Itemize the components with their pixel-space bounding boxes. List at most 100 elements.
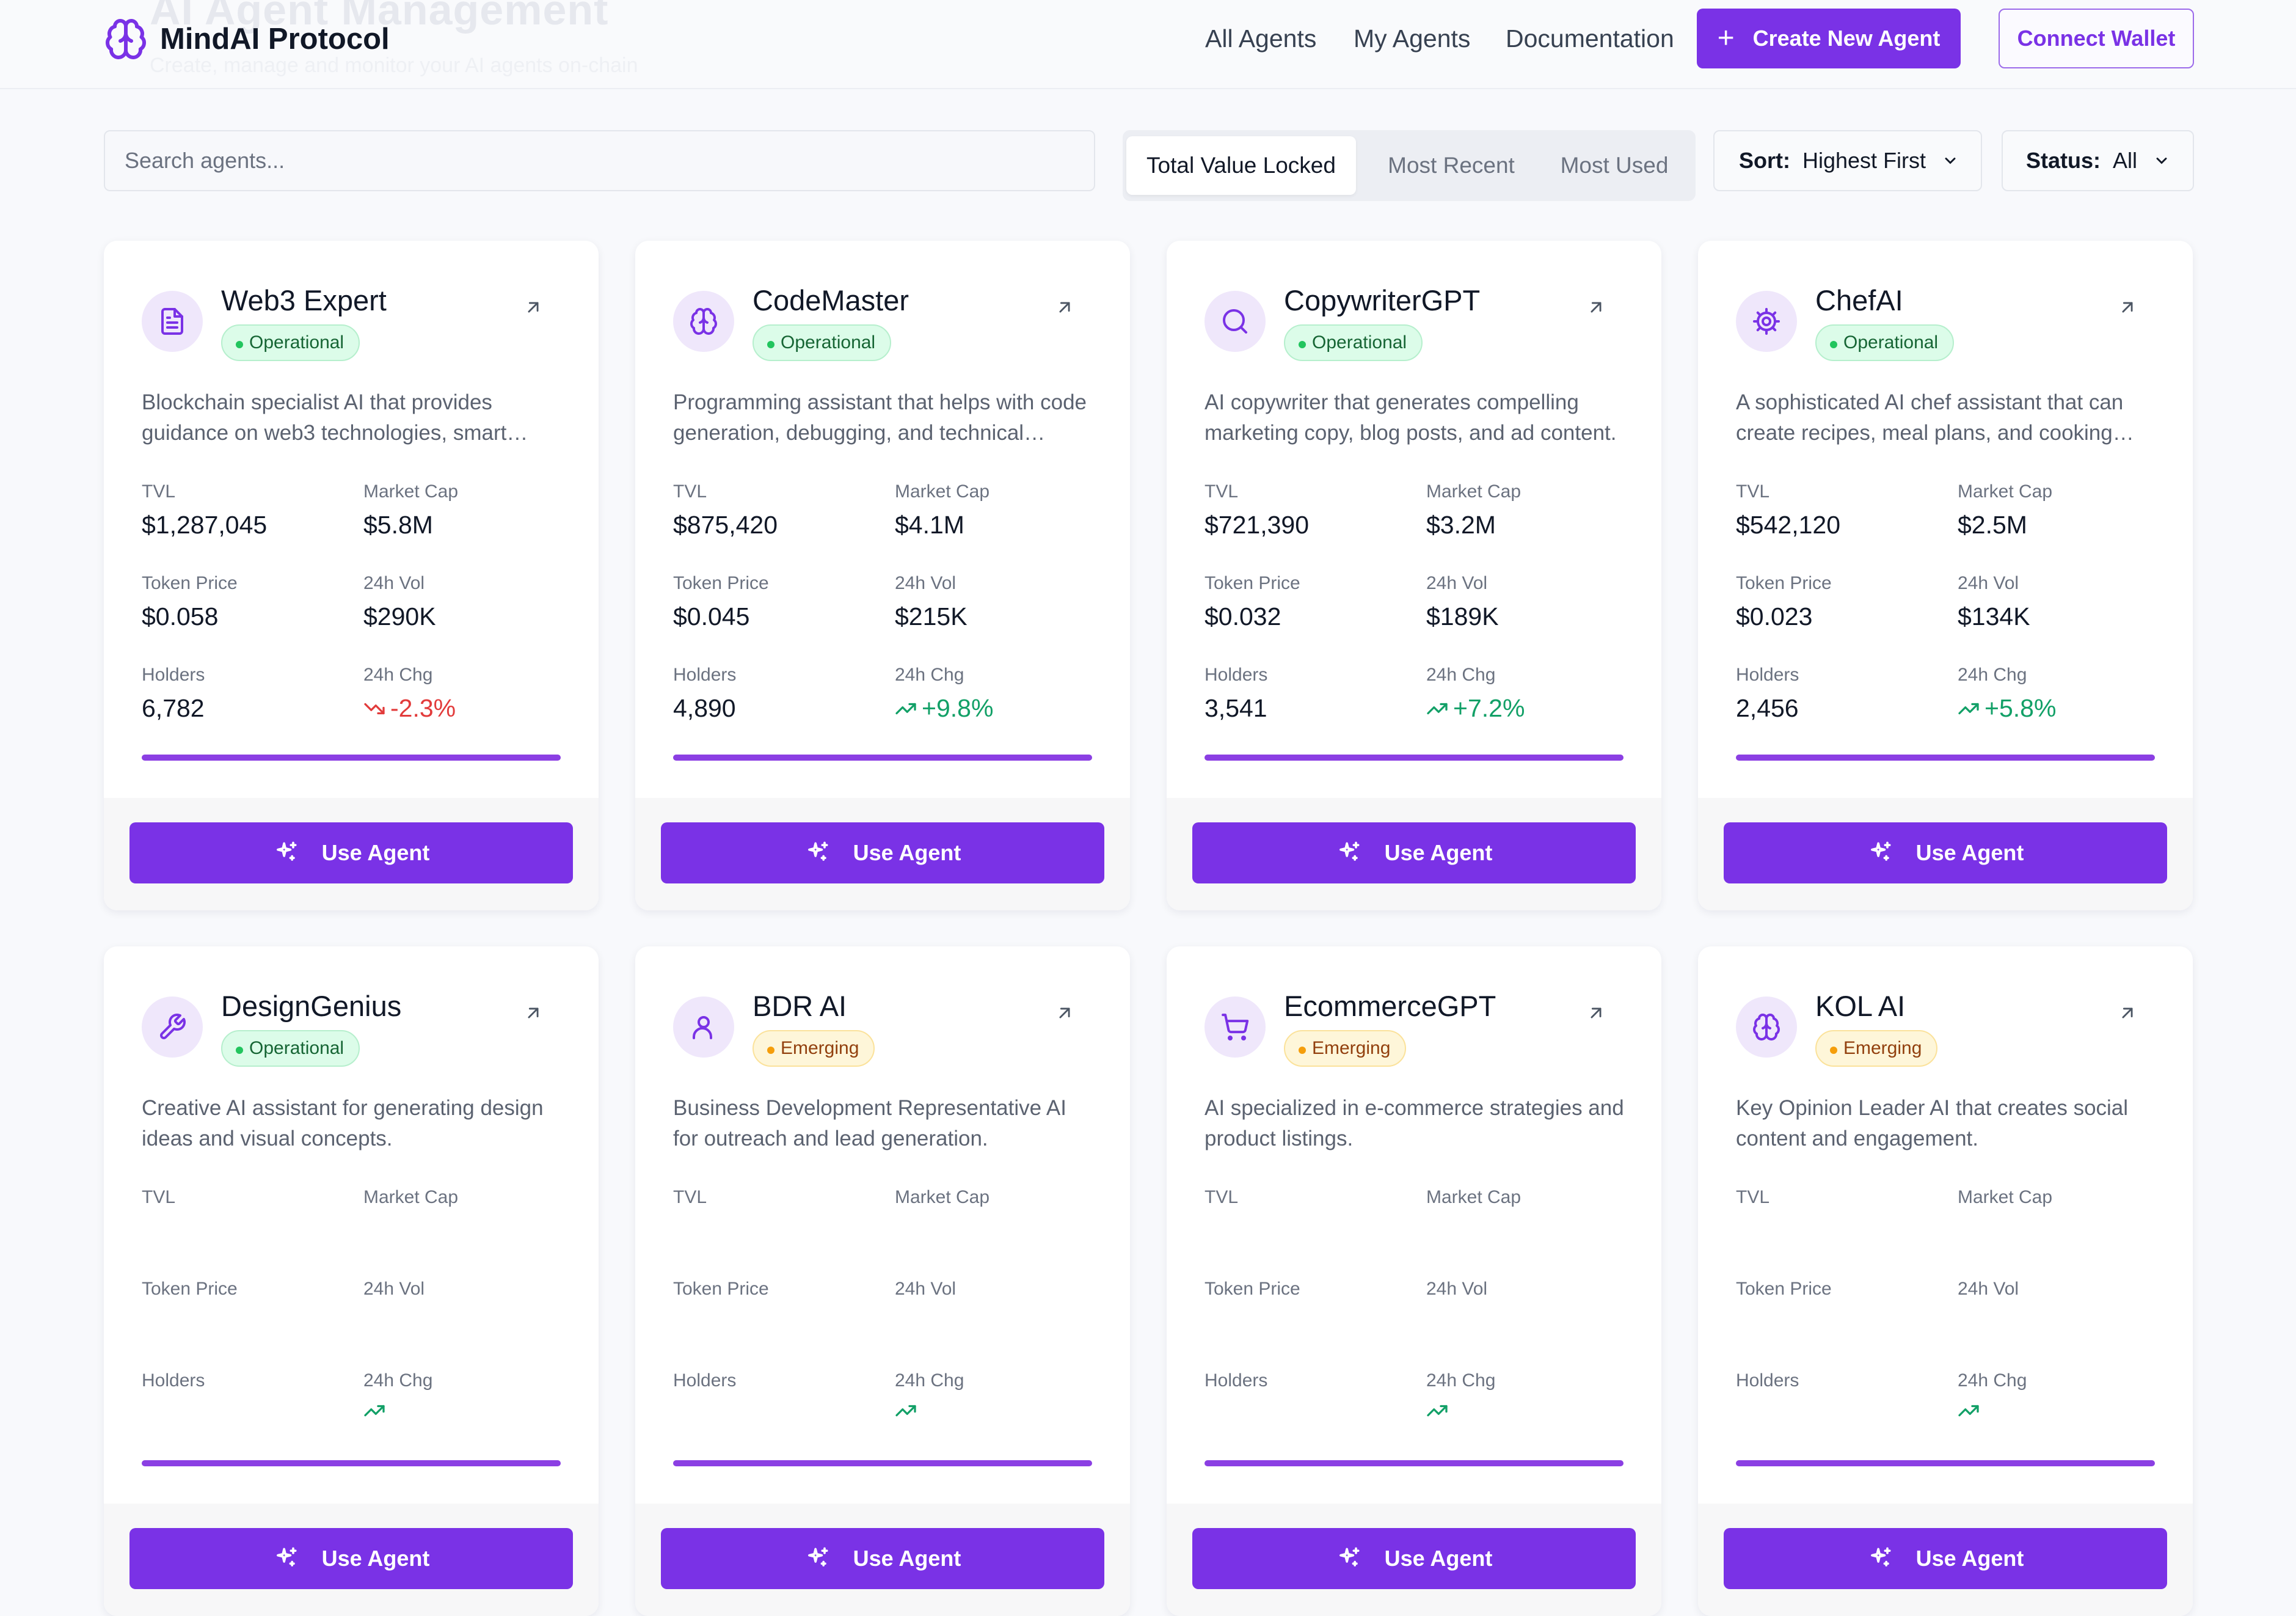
use-agent-button[interactable]: Use Agent <box>1724 822 2167 883</box>
metric-mcap: Market Cap $4.1M <box>895 481 989 539</box>
search-input[interactable]: Search agents... <box>104 130 1095 191</box>
metric-value: $2.5M <box>1958 511 2027 539</box>
use-agent-label: Use Agent <box>1915 1546 2024 1571</box>
metric-label: TVL <box>1736 481 1770 502</box>
plus-icon: + <box>1717 22 1735 54</box>
metric-value: $0.045 <box>673 602 750 631</box>
metric-mcap: Market Cap <box>1958 1187 2052 1216</box>
metric-label: Market Cap <box>895 481 990 502</box>
agent-card[interactable]: KOL AI Emerging Key Opinion Leader AI th… <box>1698 946 2193 1616</box>
agent-card[interactable]: Web3 Expert Operational Blockchain speci… <box>104 241 599 910</box>
agent-card[interactable]: EcommerceGPT Emerging AI specialized in … <box>1167 946 1661 1616</box>
status-value: All <box>2113 148 2138 173</box>
metric-label: 24h Chg <box>363 1370 433 1391</box>
tab-most-used[interactable]: Most Used <box>1540 136 1688 195</box>
agent-card[interactable]: CopywriterGPT Operational AI copywriter … <box>1167 241 1661 910</box>
external-link-icon[interactable] <box>1054 297 1075 318</box>
use-agent-label: Use Agent <box>853 840 961 865</box>
metric-label: 24h Chg <box>1426 1370 1496 1391</box>
trend-up-icon <box>364 1405 385 1417</box>
use-agent-button[interactable]: Use Agent <box>661 822 1104 883</box>
trend-up-icon <box>895 703 916 714</box>
metric-tvl: TVL $875,420 <box>673 481 778 539</box>
trend-up-icon <box>895 1405 916 1417</box>
external-link-icon[interactable] <box>2117 1003 2138 1023</box>
trend-up-icon <box>1958 1405 1979 1417</box>
use-agent-button[interactable]: Use Agent <box>129 1528 573 1589</box>
status-badge: Operational <box>221 1030 360 1067</box>
agent-card[interactable]: CodeMaster Operational Programming assis… <box>635 241 1130 910</box>
metric-vol: 24h Vol <box>363 1279 425 1308</box>
progress-fill <box>673 755 1092 761</box>
change-value: +5.8% <box>1984 694 2057 722</box>
metric-price: Token Price $0.058 <box>142 573 238 631</box>
sort-select[interactable]: Sort: Highest First <box>1713 130 1982 191</box>
use-agent-button[interactable]: Use Agent <box>1192 1528 1636 1589</box>
external-link-icon[interactable] <box>523 1003 544 1023</box>
metric-label: Holders <box>142 665 205 685</box>
external-link-icon[interactable] <box>523 297 544 318</box>
use-agent-button[interactable]: Use Agent <box>1724 1528 2167 1589</box>
metric-price: Token Price $0.045 <box>673 573 769 631</box>
metric-chg: 24h Chg -2.3% <box>363 665 456 723</box>
metric-chg: 24h Chg <box>1958 1370 2027 1422</box>
agent-description: Business Development Representative AI f… <box>673 1096 1066 1150</box>
metric-label: 24h Chg <box>1958 665 2027 685</box>
progress-fill <box>1204 755 1624 761</box>
metric-label: 24h Vol <box>1426 573 1488 593</box>
nav-my-agents[interactable]: My Agents <box>1354 24 1470 53</box>
metric-chg: 24h Chg +5.8% <box>1958 665 2056 723</box>
card-footer: Use Agent <box>635 798 1130 910</box>
nav-documentation[interactable]: Documentation <box>1506 24 1674 53</box>
status-select[interactable]: Status: All <box>2002 130 2194 191</box>
metric-vol: 24h Vol $290K <box>363 573 436 631</box>
metric-price: Token Price $0.032 <box>1204 573 1300 631</box>
search-icon <box>1223 309 1247 334</box>
external-link-icon[interactable] <box>2117 297 2138 318</box>
brand-logo[interactable]: MindAI Protocol <box>104 17 390 61</box>
metric-holders: Holders <box>1204 1370 1267 1400</box>
status-badge: Emerging <box>1815 1030 1938 1067</box>
external-link-icon[interactable] <box>1586 297 1606 318</box>
create-new-agent-button[interactable]: + Create New Agent <box>1697 9 1961 68</box>
metric-label: Token Price <box>673 1279 769 1299</box>
status-badge: Operational <box>1284 324 1423 361</box>
agent-name: CopywriterGPT <box>1284 284 1481 316</box>
sort-tabs: Total Value Locked Most Recent Most Used <box>1123 130 1696 201</box>
connect-wallet-button[interactable]: Connect Wallet <box>1999 9 2194 68</box>
tab-most-recent[interactable]: Most Recent <box>1366 136 1537 195</box>
document-icon <box>161 308 183 335</box>
metric-value: +9.8% <box>895 694 993 723</box>
use-agent-button[interactable]: Use Agent <box>661 1528 1104 1589</box>
metric-tvl: TVL <box>1204 1187 1238 1216</box>
metric-label: 24h Vol <box>895 573 957 593</box>
agent-card[interactable]: BDR AI Emerging Business Development Rep… <box>635 946 1130 1616</box>
use-agent-button[interactable]: Use Agent <box>1192 822 1636 883</box>
metric-value: 4,890 <box>673 694 736 722</box>
sparkles-icon <box>1870 841 1891 861</box>
nav-all-agents[interactable]: All Agents <box>1205 24 1316 53</box>
metric-mcap: Market Cap <box>363 1187 458 1216</box>
metric-holders: Holders <box>673 1370 736 1400</box>
metric-value: $0.032 <box>1204 602 1281 631</box>
metric-value <box>895 1400 964 1422</box>
agent-name: Web3 Expert <box>221 284 387 316</box>
change-value: +9.8% <box>922 694 994 722</box>
use-agent-button[interactable]: Use Agent <box>129 822 573 883</box>
metric-label: Token Price <box>1736 573 1832 593</box>
agent-card[interactable]: DesignGenius Operational Creative AI ass… <box>104 946 599 1616</box>
brain-logo-icon <box>106 18 146 59</box>
metric-value: 6,782 <box>142 694 205 722</box>
external-link-icon[interactable] <box>1586 1003 1606 1023</box>
metric-label: 24h Vol <box>895 1279 957 1299</box>
metric-vol: 24h Vol $134K <box>1958 573 2030 631</box>
tab-total-value-locked[interactable]: Total Value Locked <box>1126 136 1356 195</box>
sparkles-icon <box>1339 841 1360 861</box>
trend-up-icon <box>1427 703 1448 714</box>
agent-name: BDR AI <box>753 990 847 1022</box>
metric-label: 24h Vol <box>1958 573 2019 593</box>
external-link-icon[interactable] <box>1054 1003 1075 1023</box>
agent-card[interactable]: ChefAI Operational A sophisticated AI ch… <box>1698 241 2193 910</box>
metric-vol: 24h Vol $189K <box>1426 573 1499 631</box>
sort-value: Highest First <box>1802 148 1926 173</box>
